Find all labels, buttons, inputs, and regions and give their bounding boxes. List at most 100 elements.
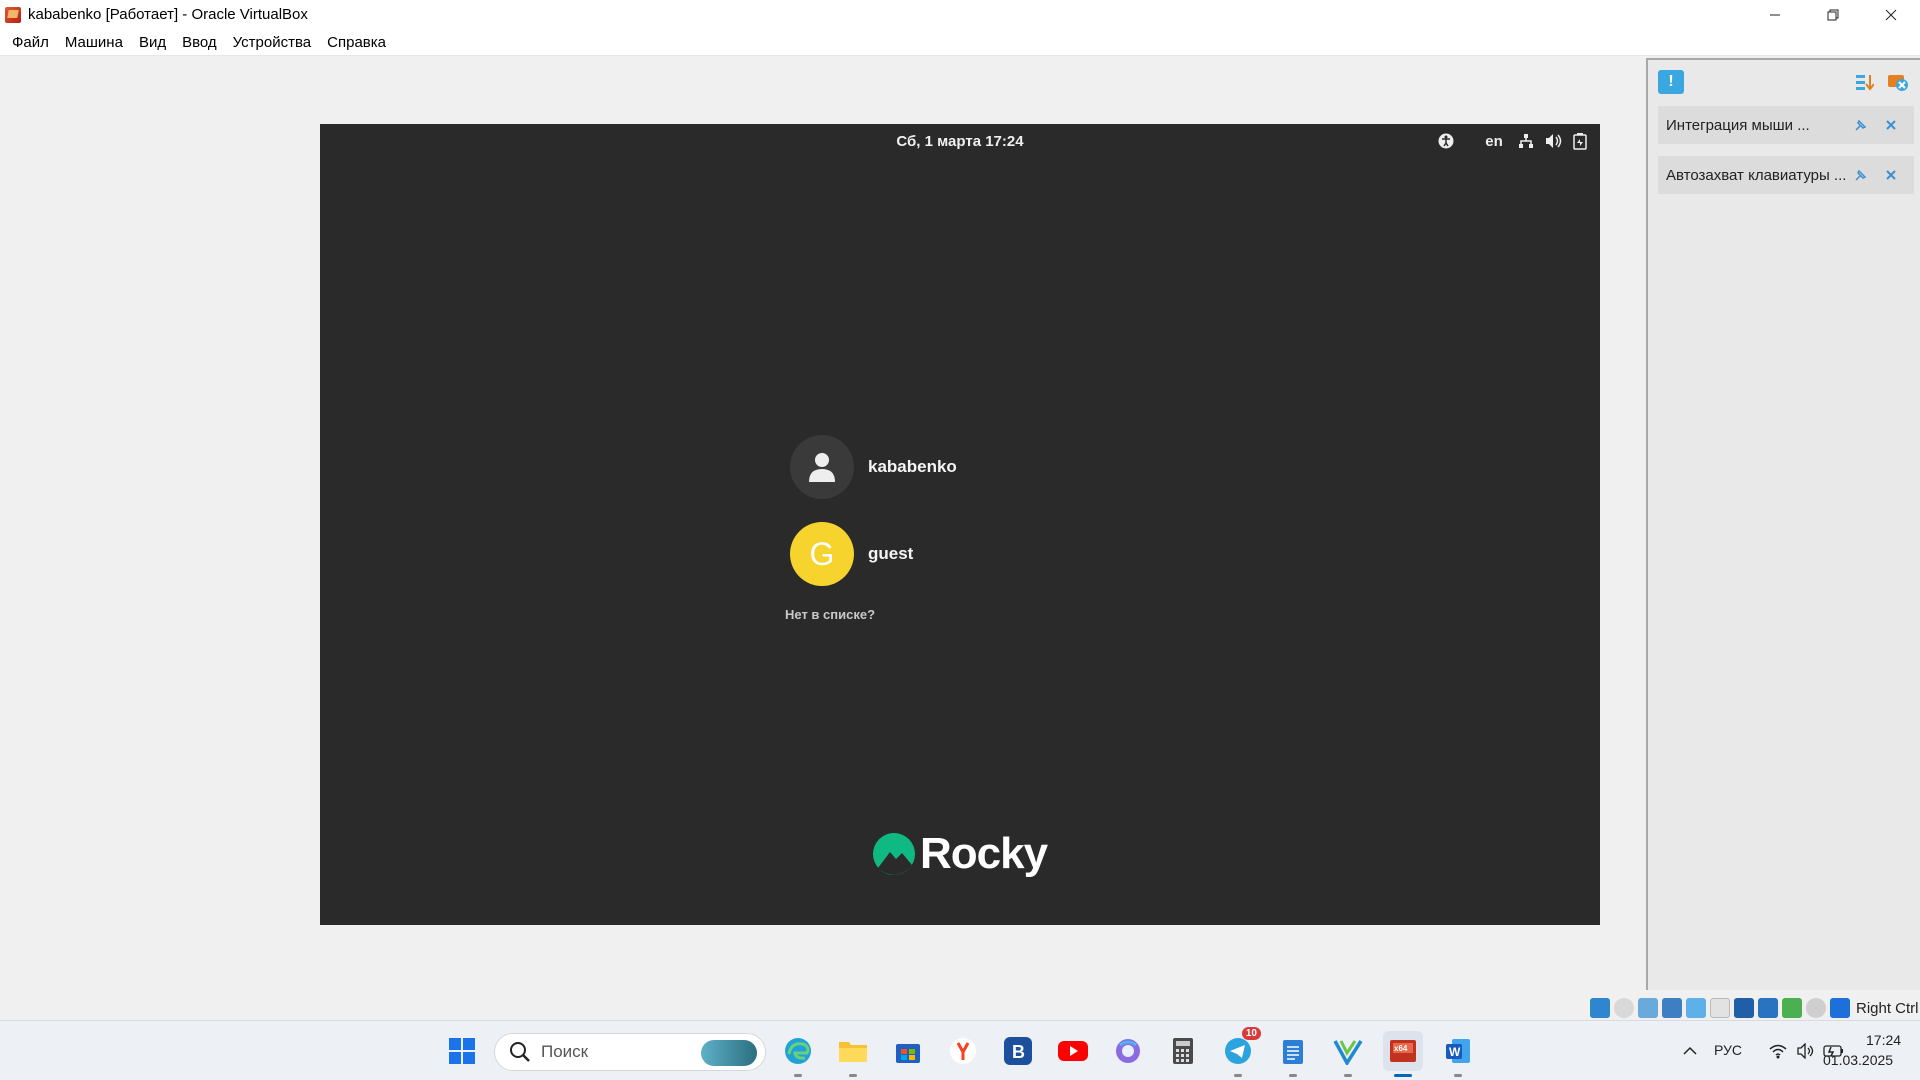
taskbar-telegram[interactable]: 10 — [1218, 1027, 1261, 1077]
volume-icon[interactable] — [1544, 131, 1564, 151]
calculator-icon — [1173, 1038, 1193, 1064]
user-row-kababenko[interactable]: kababenko — [790, 435, 957, 499]
menu-file[interactable]: Файл — [4, 29, 57, 55]
taskbar-virtualbox[interactable]: x64 — [1383, 1031, 1423, 1077]
taskbar-copilot[interactable] — [1108, 1031, 1148, 1071]
notification-center: ! Интеграция мыши ... Автозахват клавиат… — [1646, 58, 1920, 990]
search-highlight-image — [701, 1040, 757, 1066]
user-name: guest — [868, 544, 914, 563]
svg-text:x64: x64 — [1394, 1044, 1408, 1053]
taskbar-notepad[interactable] — [1273, 1031, 1313, 1077]
gnome-clock[interactable]: Сб, 1 марта 17:24 — [320, 133, 1600, 150]
taskbar-vscode[interactable] — [1328, 1031, 1368, 1077]
display-icon[interactable] — [1734, 998, 1754, 1018]
folder-icon — [839, 1042, 867, 1062]
taskbar-yandex-browser[interactable] — [943, 1031, 983, 1071]
taskbar-calculator[interactable] — [1163, 1031, 1203, 1071]
rocky-logo-icon — [873, 833, 915, 875]
show-hidden-icons-button[interactable] — [1678, 1031, 1702, 1071]
taskbar-youtube[interactable] — [1053, 1031, 1093, 1071]
speaker-icon[interactable] — [1794, 1031, 1818, 1071]
yandex-browser-icon — [950, 1038, 976, 1064]
youtube-icon — [1058, 1041, 1088, 1061]
network-adapter-icon[interactable] — [1662, 998, 1682, 1018]
windows-start-button[interactable] — [442, 1031, 482, 1071]
close-button[interactable] — [1862, 0, 1920, 29]
optical-drive-icon[interactable] — [1614, 998, 1634, 1018]
notification-text: Автозахват клавиатуры ... — [1666, 166, 1847, 184]
restore-button[interactable] — [1804, 0, 1862, 29]
taskbar-clock-date[interactable]: 01.03.2025 — [1823, 1052, 1893, 1068]
hard-disk-icon[interactable] — [1590, 998, 1610, 1018]
sort-notifications-button[interactable] — [1852, 70, 1876, 94]
host-key-arrow-icon[interactable] — [1830, 998, 1850, 1018]
taskbar-word[interactable]: W — [1438, 1031, 1478, 1077]
close-all-icon — [1888, 75, 1908, 91]
vm-display[interactable]: Сб, 1 марта 17:24 en kababenko G guest Н… — [320, 124, 1600, 925]
menu-input[interactable]: Ввод — [174, 29, 225, 55]
telegram-icon — [1225, 1038, 1251, 1064]
svg-text:B: B — [1012, 1042, 1025, 1062]
accessibility-icon[interactable] — [1436, 131, 1456, 151]
notification-keyboard-capture[interactable]: Автозахват клавиатуры ... — [1658, 156, 1914, 194]
pin-icon[interactable] — [1852, 116, 1870, 134]
taskbar-file-explorer[interactable] — [833, 1031, 873, 1077]
vk-b-icon: B — [1004, 1037, 1032, 1065]
shared-folders-icon[interactable] — [1710, 998, 1730, 1018]
cpu-activity-icon[interactable] — [1806, 998, 1826, 1018]
gnome-top-bar: Сб, 1 марта 17:24 en — [320, 124, 1600, 158]
taskbar-microsoft-store[interactable] — [888, 1031, 928, 1071]
restore-icon — [1827, 9, 1839, 20]
taskbar-clock-time[interactable]: 17:24 — [1866, 1032, 1901, 1048]
input-language-indicator[interactable]: РУС — [1714, 1042, 1742, 1058]
keyboard-layout-indicator[interactable]: en — [1476, 131, 1512, 151]
taskbar-edge[interactable] — [778, 1031, 818, 1077]
recording-icon[interactable] — [1758, 998, 1778, 1018]
not-listed-link[interactable]: Нет в списке? — [785, 607, 875, 622]
user-name: kababenko — [868, 457, 957, 476]
notification-text: Интеграция мыши ... — [1666, 116, 1810, 134]
dismiss-icon[interactable] — [1882, 116, 1900, 134]
telegram-unread-badge: 10 — [1241, 1027, 1261, 1040]
window-controls — [1746, 0, 1920, 29]
word-icon: W — [1446, 1039, 1470, 1063]
notification-center-header: ! — [1648, 60, 1920, 104]
audio-icon[interactable] — [1638, 998, 1658, 1018]
taskbar-vk[interactable]: B — [998, 1031, 1038, 1071]
notification-mouse-integration[interactable]: Интеграция мыши ... — [1658, 106, 1914, 144]
menu-view[interactable]: Вид — [131, 29, 174, 55]
vscode-icon — [1333, 1040, 1363, 1065]
virtualbox-icon: x64 — [1390, 1040, 1416, 1062]
host-key-label: Right Ctrl — [1856, 999, 1919, 1017]
notepad-icon — [1283, 1040, 1303, 1064]
battery-icon[interactable] — [1570, 131, 1590, 151]
copilot-icon — [1116, 1039, 1140, 1063]
search-icon — [510, 1042, 530, 1062]
minimize-button[interactable] — [1746, 0, 1804, 29]
taskbar-search[interactable]: Поиск — [494, 1033, 766, 1071]
menu-help[interactable]: Справка — [319, 29, 394, 55]
minimize-icon — [1770, 14, 1780, 15]
rocky-logo-text: Rocky — [920, 829, 1048, 878]
usb-icon[interactable] — [1686, 998, 1706, 1018]
menu-machine[interactable]: Машина — [57, 29, 131, 55]
close-all-notifications-button[interactable] — [1886, 70, 1910, 94]
window-titlebar: kababenko [Работает] - Oracle VirtualBox — [0, 0, 1920, 29]
windows-logo-icon — [449, 1038, 475, 1064]
notification-icon: ! — [1658, 70, 1684, 94]
virtualbox-app-icon — [4, 6, 22, 24]
svg-text:W: W — [1449, 1045, 1461, 1059]
search-placeholder: Поиск — [541, 1042, 589, 1061]
store-icon — [896, 1044, 920, 1063]
menu-bar: Файл Машина Вид Ввод Устройства Справка — [0, 29, 1920, 56]
pin-icon[interactable] — [1852, 166, 1870, 184]
network-icon[interactable] — [1516, 131, 1536, 151]
wifi-icon[interactable] — [1766, 1031, 1790, 1071]
dismiss-icon[interactable] — [1882, 166, 1900, 184]
close-icon — [1885, 9, 1897, 20]
guest-additions-icon[interactable] — [1782, 998, 1802, 1018]
user-row-guest[interactable]: G guest — [790, 522, 957, 586]
user-list: kababenko G guest — [790, 435, 957, 609]
windows-taskbar: Поиск B 10 x64 W РУС 17:24 01.03.2025 — [0, 1020, 1920, 1080]
menu-devices[interactable]: Устройства — [225, 29, 319, 55]
